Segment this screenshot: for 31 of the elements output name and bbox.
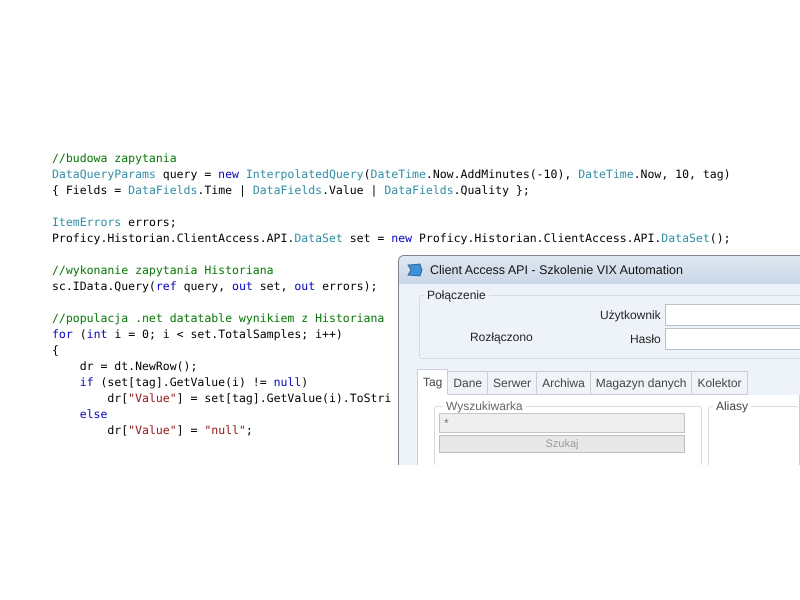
code-line: //budowa zapytania	[52, 150, 177, 166]
input-field[interactable]	[664, 304, 800, 326]
code-line: else	[78, 406, 108, 422]
tab[interactable]: Archiwa	[537, 371, 591, 395]
group-title: Wyszukiwarka	[445, 399, 524, 413]
code-line: sc.IData.Query(ref query, out set, out errors);	[52, 278, 378, 294]
code-line: Proficy.Historian.ClientAccess.API.DataSet set = new Proficy.Historian.ClientAccess.API.DataSet();	[52, 230, 731, 246]
window-icon	[407, 263, 423, 277]
tab[interactable]: Dane	[448, 371, 488, 395]
code-line: dr["Value"] = "null";	[106, 422, 253, 438]
code-line: //populacja .net datatable wynikiem z Historiana	[52, 310, 384, 326]
code-line: //wykonanie zapytania Historiana	[52, 262, 274, 278]
group-title: Aliasy	[715, 399, 750, 413]
input-field[interactable]	[664, 328, 800, 350]
code-line: { Fields = DataFields.Time | DataFields.Value | DataFields.Quality };	[52, 182, 530, 198]
code-line: for (int i = 0; i < set.TotalSamples; i++)	[52, 326, 343, 342]
tab[interactable]: Magazyn danych	[590, 371, 692, 395]
code-line: dr["Value"] = set[tag].GetValue(i).ToStri	[106, 390, 392, 406]
code-line: ItemErrors errors;	[52, 214, 177, 230]
group-title: Połączenie	[426, 288, 487, 302]
code-line: if (set[tag].GetValue(i) != null)	[78, 374, 308, 390]
connection-status: Rozłączono	[470, 330, 533, 344]
window-title: Client Access API - Szkolenie VIX Automation	[430, 263, 683, 277]
code-line: {	[52, 342, 59, 358]
tab[interactable]: Kolektor	[692, 371, 748, 395]
code-line: dr = dt.NewRow();	[78, 358, 198, 374]
code-line: DataQueryParams query = new InterpolatedQuery(DateTime.Now.AddMinutes(-10), DateTime.Now, 10, tag)	[52, 166, 731, 182]
field-label: Użytkownik	[600, 308, 661, 322]
tab[interactable]: Tag	[417, 369, 448, 395]
tab[interactable]: Serwer	[488, 371, 538, 395]
field-label: Hasło	[630, 332, 661, 346]
